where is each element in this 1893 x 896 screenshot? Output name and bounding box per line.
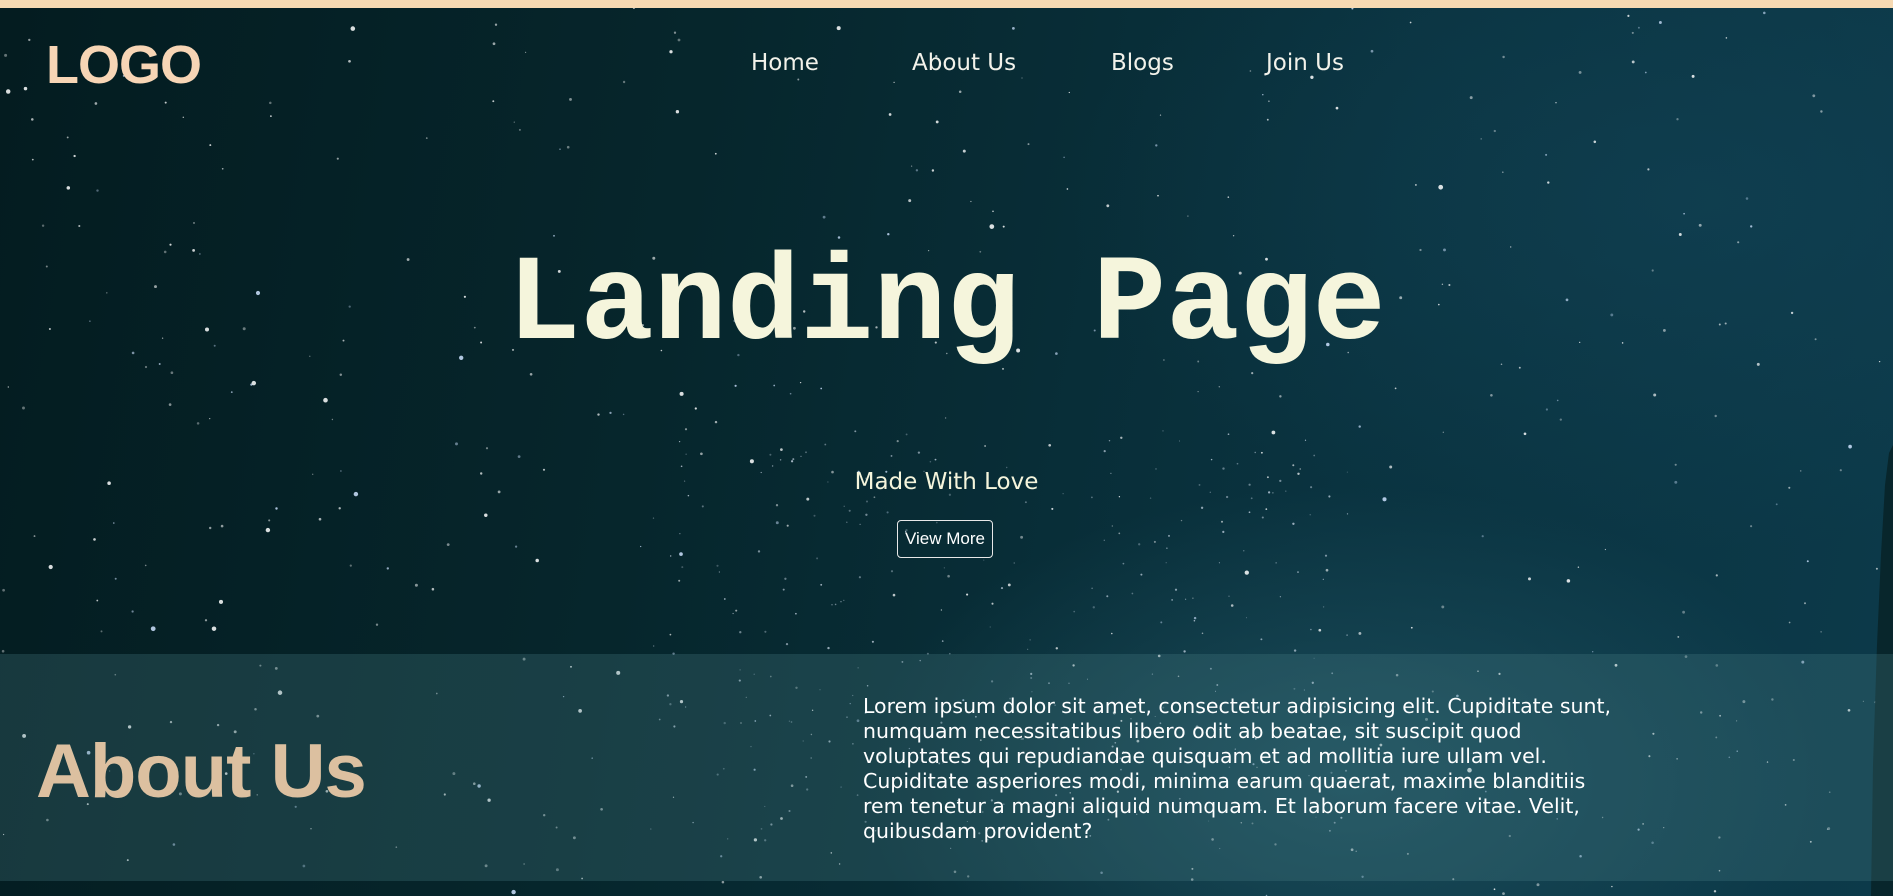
nav-links: Home About Us Blogs Join Us bbox=[0, 52, 1893, 92]
nav-link-join-us[interactable]: Join Us bbox=[1266, 52, 1344, 75]
about-section: About Us Lorem ipsum dolor sit amet, con… bbox=[0, 654, 1893, 881]
view-more-button[interactable]: View More bbox=[897, 520, 993, 558]
nav-link-blogs[interactable]: Blogs bbox=[1111, 52, 1174, 75]
about-title: About Us bbox=[36, 729, 367, 814]
navbar: LOGO Home About Us Blogs Join Us bbox=[0, 8, 1893, 128]
nav-link-home[interactable]: Home bbox=[751, 52, 819, 75]
hero-subtitle: Made With Love bbox=[854, 469, 1039, 495]
hero-title: Landing Page bbox=[507, 236, 1386, 375]
top-accent-strip bbox=[0, 0, 1893, 8]
about-body-text: Lorem ipsum dolor sit amet, consectetur … bbox=[863, 694, 1612, 843]
landing-page: LOGO Home About Us Blogs Join Us Landing… bbox=[0, 0, 1893, 896]
nav-link-about-us[interactable]: About Us bbox=[912, 52, 1016, 75]
